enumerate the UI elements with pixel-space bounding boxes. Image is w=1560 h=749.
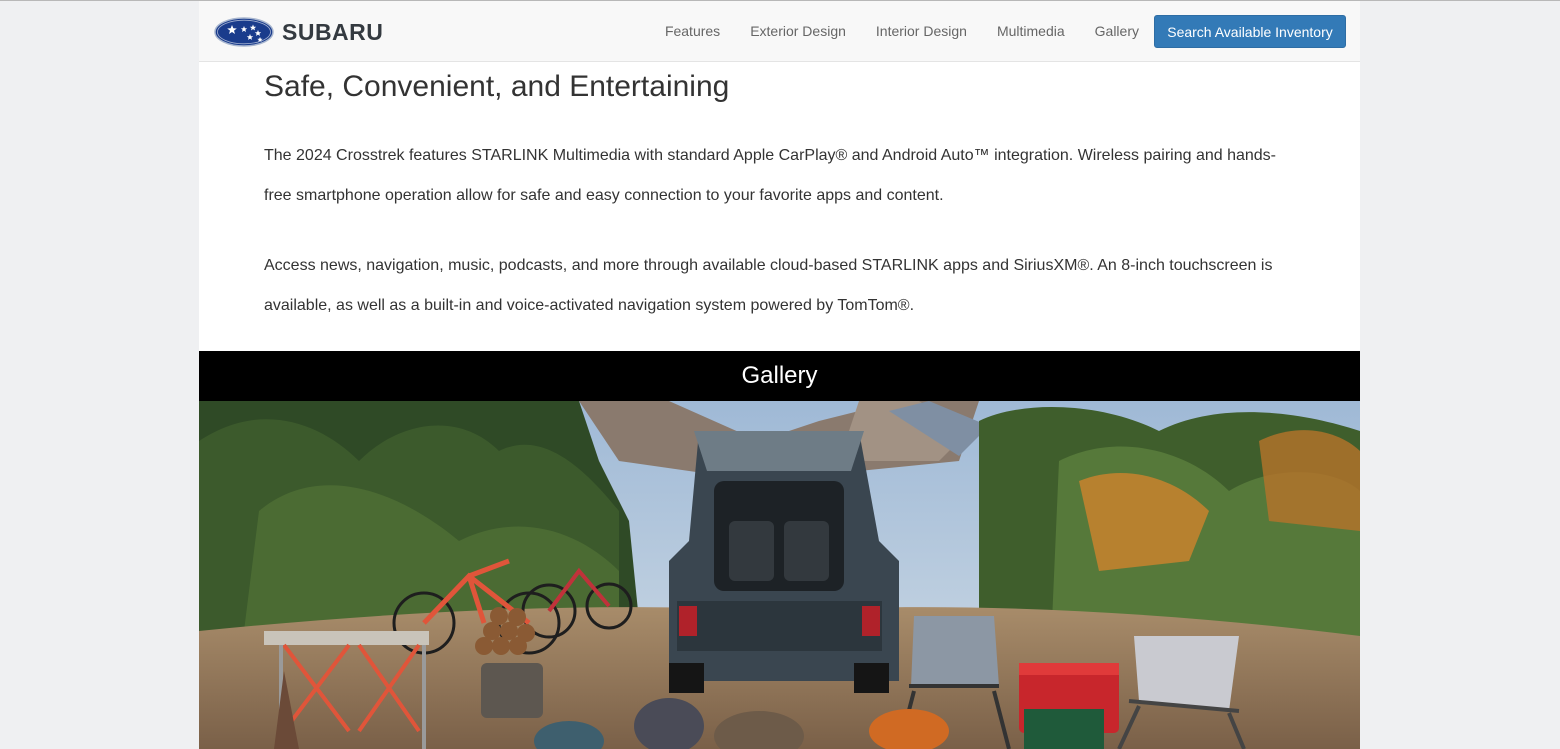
gallery-header: Gallery xyxy=(199,351,1360,401)
gallery-photo-illustration xyxy=(199,401,1360,749)
page-content: SUBARU Features Exterior Design Interior… xyxy=(199,1,1360,749)
nav-link-gallery[interactable]: Gallery xyxy=(1095,23,1139,39)
gallery-image[interactable] xyxy=(199,401,1360,749)
primary-nav: Features Exterior Design Interior Design… xyxy=(635,1,1139,61)
section-paragraph: Access news, navigation, music, podcasts… xyxy=(264,257,1273,314)
section-title: Safe, Convenient, and Entertaining xyxy=(264,70,730,103)
multimedia-section: Safe, Convenient, and Entertaining The 2… xyxy=(264,61,1284,326)
brand-wordmark: SUBARU xyxy=(282,18,384,45)
subaru-logo-icon xyxy=(214,17,274,47)
section-paragraph: The 2024 Crosstrek features STARLINK Mul… xyxy=(264,147,1277,204)
nav-link-interior-design[interactable]: Interior Design xyxy=(876,23,967,39)
browser-viewport: SUBARU Features Exterior Design Interior… xyxy=(0,0,1560,749)
top-navbar: SUBARU Features Exterior Design Interior… xyxy=(199,1,1360,62)
nav-link-features[interactable]: Features xyxy=(665,23,720,39)
nav-link-multimedia[interactable]: Multimedia xyxy=(997,23,1065,39)
brand-logo[interactable]: SUBARU xyxy=(214,16,383,48)
gallery-title: Gallery xyxy=(741,362,818,389)
search-inventory-button[interactable]: Search Available Inventory xyxy=(1154,15,1346,48)
nav-link-exterior-design[interactable]: Exterior Design xyxy=(750,23,846,39)
